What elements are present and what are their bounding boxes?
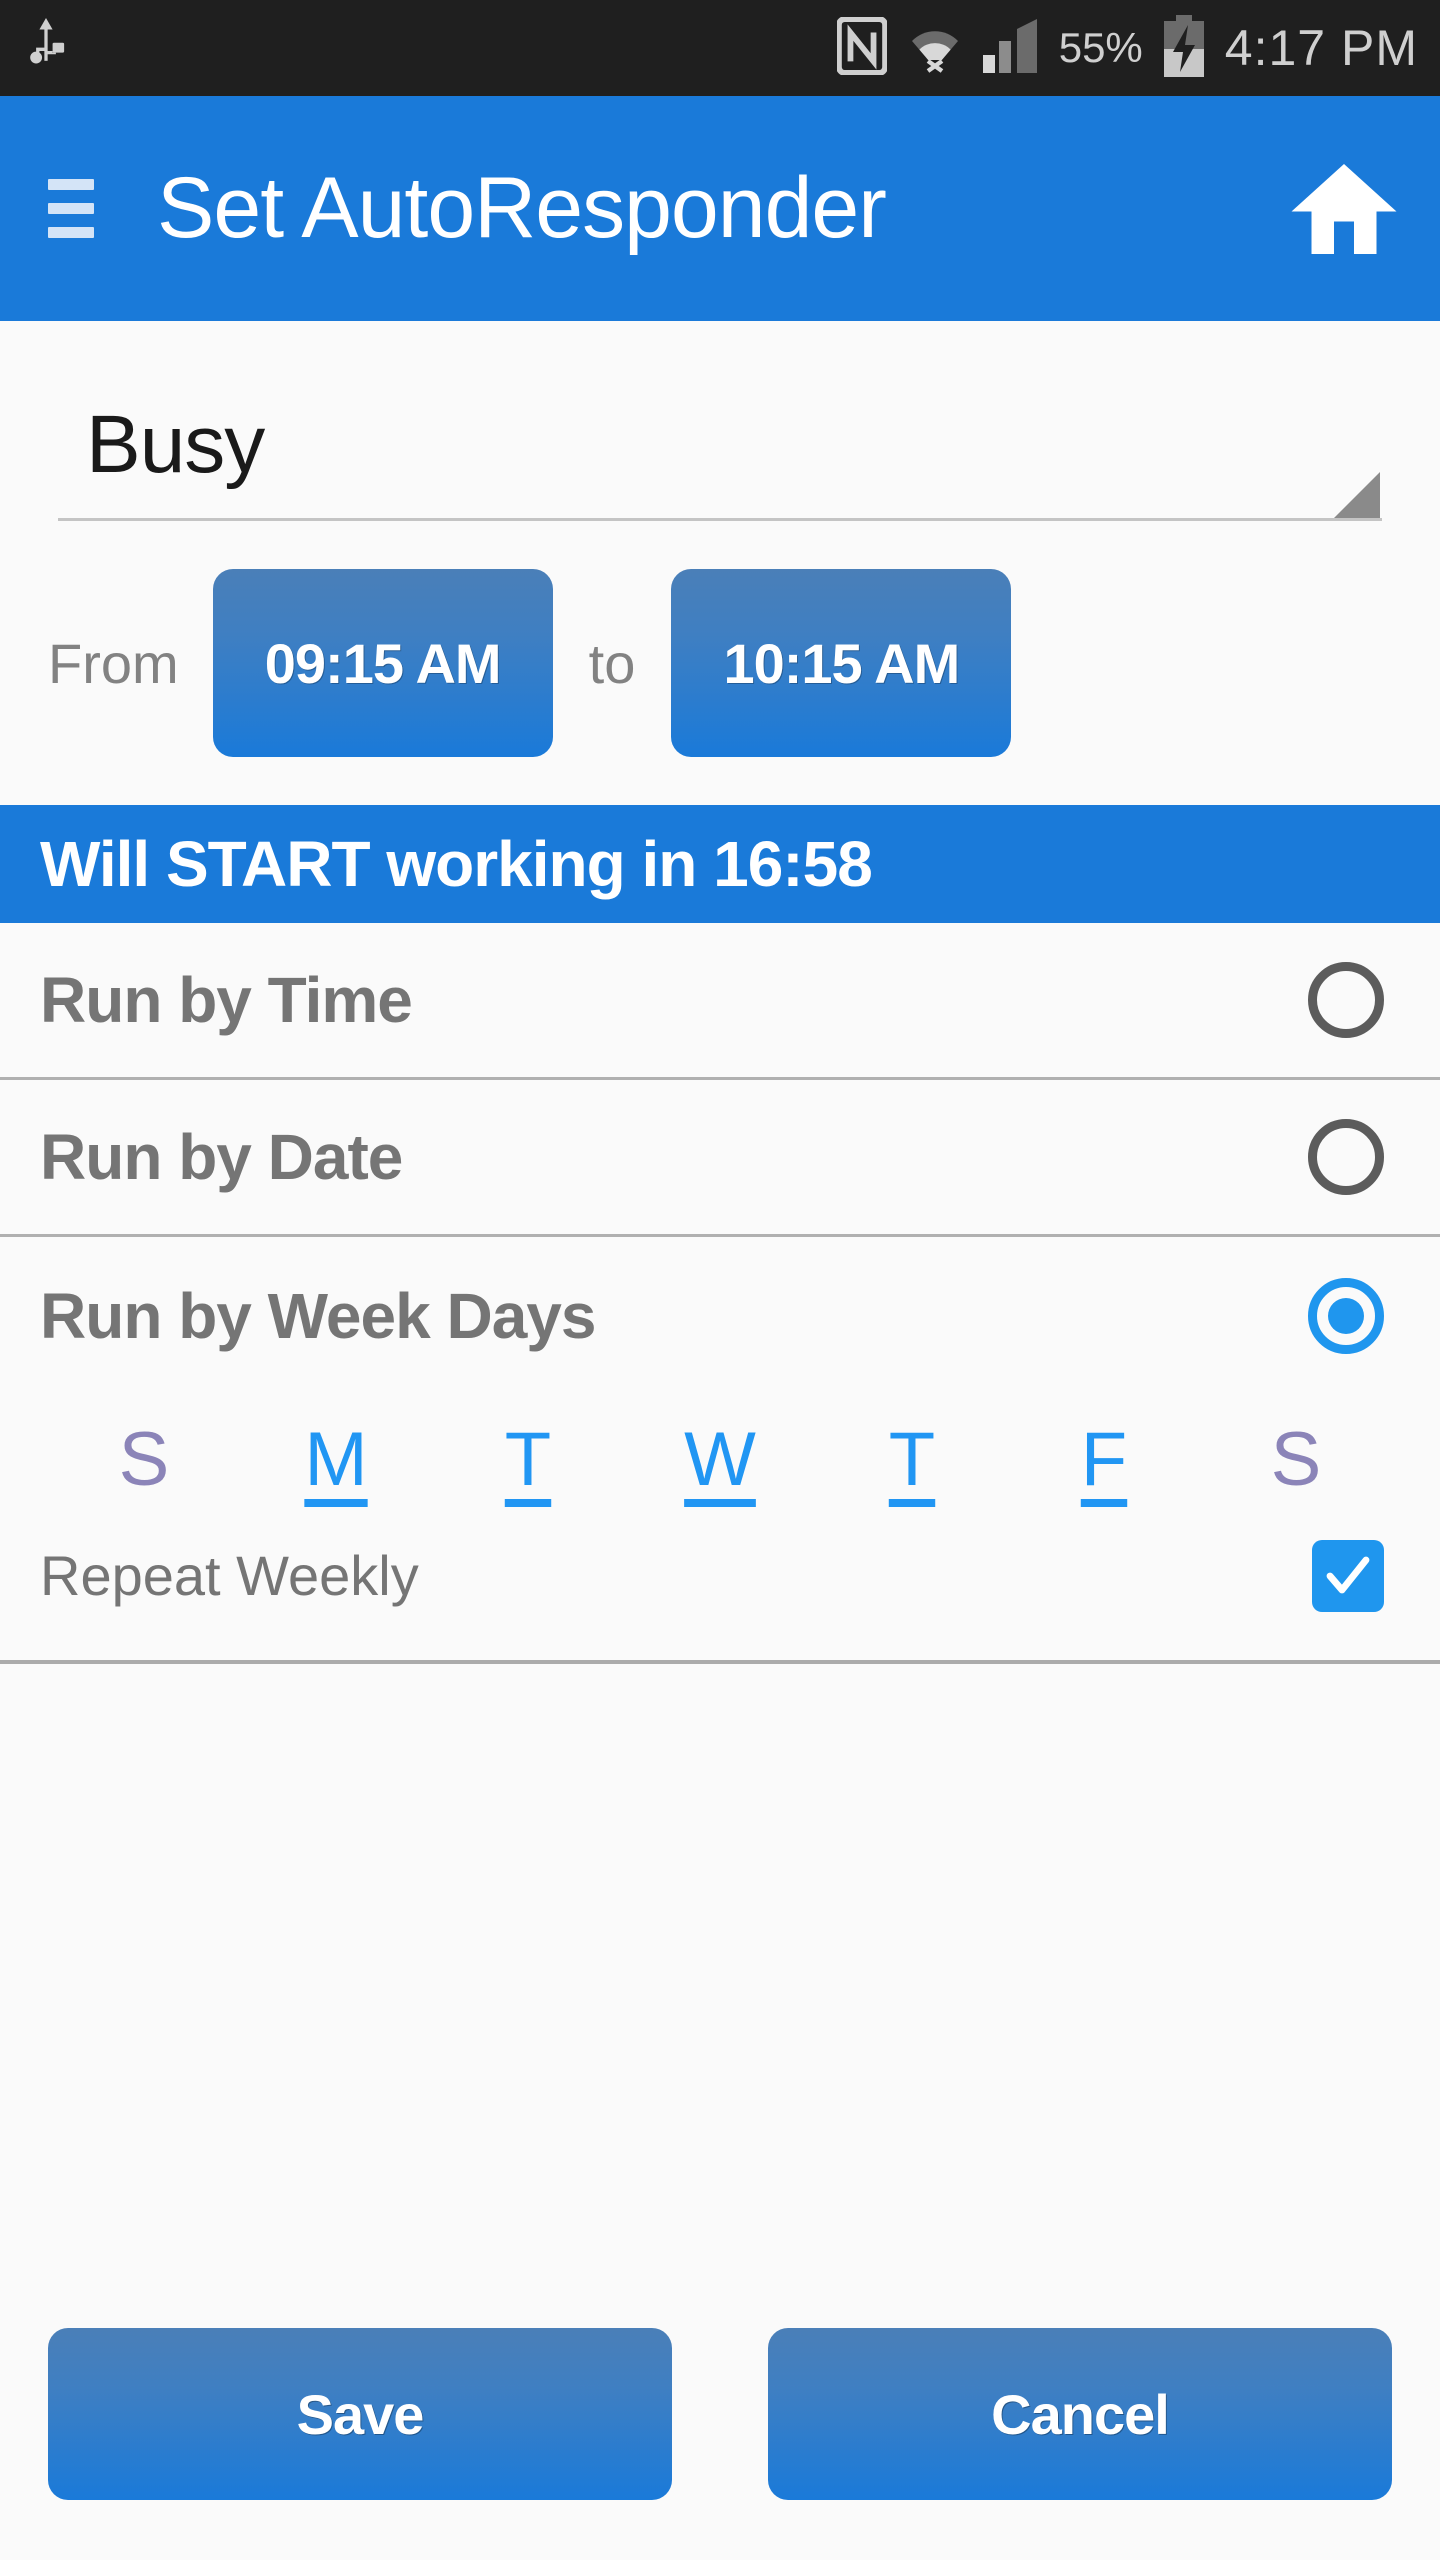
weekday-thursday[interactable]: T (816, 1412, 1008, 1507)
status-bar: 55% 4:17 PM (0, 0, 1440, 96)
run-by-date-label: Run by Date (40, 1121, 403, 1193)
from-time-button[interactable]: 09:15 AM (212, 569, 553, 757)
weekday-monday[interactable]: M (240, 1412, 432, 1507)
run-by-week-days-row[interactable]: Run by Week Days (0, 1237, 1440, 1394)
action-bar: Set AutoResponder (0, 96, 1440, 321)
to-time-button[interactable]: 10:15 AM (671, 569, 1012, 757)
run-by-date-row[interactable]: Run by Date (0, 1080, 1440, 1237)
hamburger-bar (48, 203, 94, 214)
weekday-sunday[interactable]: S (48, 1412, 240, 1507)
run-by-week-days-label: Run by Week Days (40, 1279, 596, 1352)
weekday-selector: S M T W T F S (0, 1394, 1440, 1513)
wifi-icon (905, 19, 965, 78)
battery-percent-label: 55% (1058, 24, 1143, 71)
status-bar-right-icons: 55% 4:17 PM (835, 14, 1418, 82)
repeat-weekly-label: Repeat Weekly (40, 1544, 419, 1607)
page-title: Set AutoResponder (157, 160, 887, 256)
dropdown-triangle-icon (1334, 472, 1380, 518)
nfc-icon (835, 15, 888, 80)
status-banner: Will START working in 16:58 (0, 805, 1440, 923)
run-by-time-row[interactable]: Run by Time (0, 923, 1440, 1080)
hamburger-bar (48, 179, 94, 190)
profile-spinner-value: Busy (86, 398, 265, 490)
cancel-button[interactable]: Cancel (768, 2328, 1392, 2500)
checkmark-icon (1326, 1556, 1370, 1593)
clock-label: 4:17 PM (1224, 20, 1418, 76)
usb-icon (26, 17, 66, 79)
cellular-signal-icon (982, 18, 1041, 78)
hamburger-bar (48, 227, 94, 238)
hamburger-menu-icon[interactable] (48, 179, 94, 238)
time-range-row: From 09:15 AM to 10:15 AM (0, 521, 1440, 805)
save-button[interactable]: Save (48, 2328, 672, 2500)
profile-spinner-container: Busy (0, 321, 1440, 521)
battery-charging-icon (1161, 14, 1207, 82)
weekday-wednesday[interactable]: W (624, 1412, 816, 1507)
run-by-time-label: Run by Time (40, 964, 413, 1036)
run-by-date-radio[interactable] (1308, 1119, 1384, 1195)
weekday-tuesday[interactable]: T (432, 1412, 624, 1507)
weekday-saturday[interactable]: S (1200, 1412, 1392, 1507)
run-by-time-radio[interactable] (1308, 962, 1384, 1038)
run-by-week-days-radio[interactable] (1308, 1277, 1384, 1354)
status-bar-left-icons (26, 17, 66, 79)
app-screen: 55% 4:17 PM Set AutoResponder Busy From … (0, 0, 1440, 2560)
repeat-weekly-row[interactable]: Repeat Weekly (0, 1513, 1440, 1638)
home-icon[interactable] (1284, 149, 1404, 269)
main-content: Busy From 09:15 AM to 10:15 AM Will STAR… (0, 321, 1440, 2560)
to-label: to (588, 631, 636, 695)
weekday-friday[interactable]: F (1008, 1412, 1200, 1507)
empty-space (0, 1664, 1440, 2328)
from-label: From (48, 631, 179, 695)
repeat-weekly-checkbox[interactable] (1312, 1539, 1384, 1612)
status-banner-text: Will START working in 16:58 (40, 828, 873, 900)
profile-spinner[interactable]: Busy (58, 371, 1382, 521)
footer-actions: Save Cancel (0, 2328, 1440, 2560)
